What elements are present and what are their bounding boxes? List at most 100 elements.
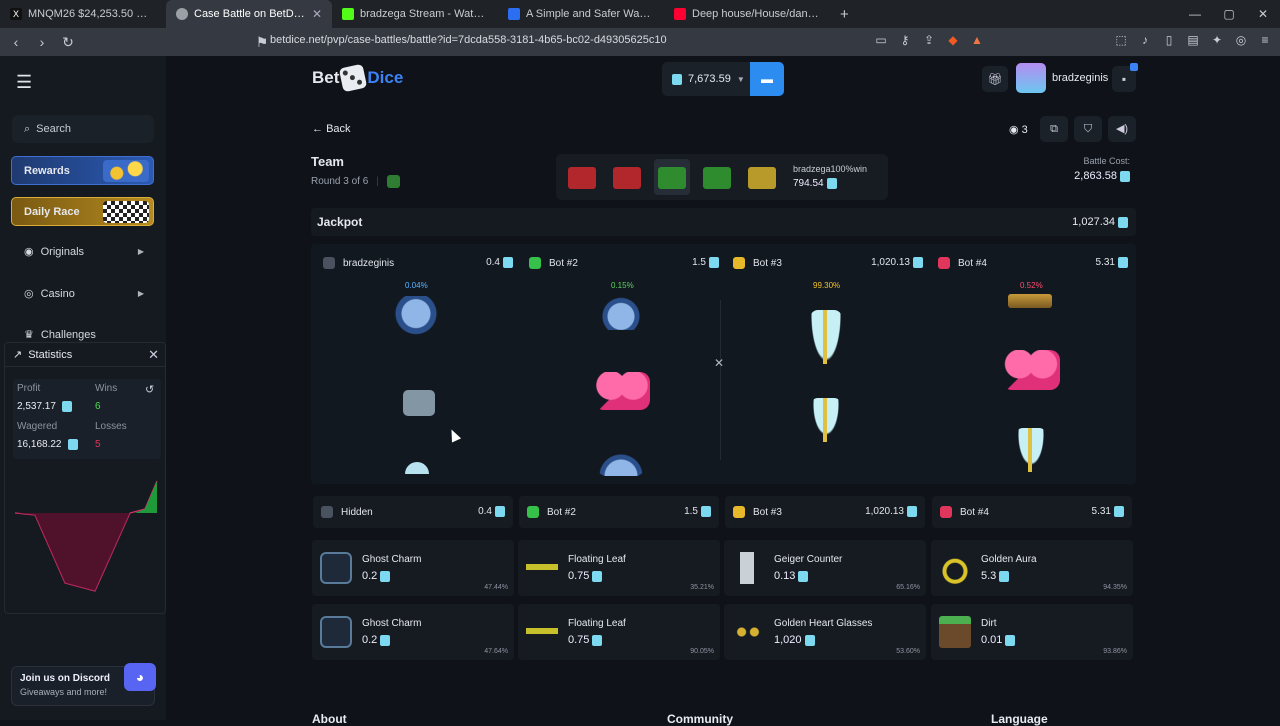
browser-tab-active[interactable]: Case Battle on BetDice ✕ [166, 0, 332, 28]
tab-title: Deep house/House/dance - MK Mix [692, 8, 820, 20]
sidebar-item-originals[interactable]: ◉ Originals ▶ [24, 245, 144, 259]
slot-amount: 0.4 [478, 506, 505, 518]
browser-tab[interactable]: X MNQM26 $24,253.50 ▼ -1.33% [0, 0, 166, 28]
drop-price: 0.01 [981, 634, 1016, 646]
tab-title: A Simple and Safer Way to Pay and Get Pa… [526, 8, 654, 20]
case-thumbnail[interactable] [699, 159, 735, 195]
slot-amount-value: 5.31 [1091, 506, 1111, 518]
slot-name: Bot #3 [753, 506, 782, 518]
rewards-label: Rewards [24, 164, 70, 177]
browser-tab[interactable]: bradzega Stream - Watch Live on Kick [332, 0, 498, 28]
slot-header: Bot #4 5.31 [932, 496, 1132, 528]
coin-icon [1120, 170, 1130, 182]
close-window-icon[interactable]: ✕ [1246, 0, 1280, 28]
battle-cost-amount: 2,863.58 [1074, 170, 1117, 182]
fairness-button[interactable]: ⛉ [1074, 116, 1102, 142]
slot-amount-value: 0.4 [478, 506, 492, 518]
drop-card[interactable]: Golden Aura 5.3 94.35% [931, 540, 1133, 596]
close-tab-icon[interactable]: ✕ [312, 7, 322, 21]
menu-icon[interactable]: ≡ [1258, 33, 1272, 47]
case-chest-icon [613, 167, 641, 189]
window-controls: — ▢ ✕ [1178, 0, 1280, 28]
sidebar-search[interactable]: ⌕ Search [12, 115, 154, 143]
drop-card[interactable]: Ghost Charm 0.2 47.44% [312, 540, 514, 596]
reset-history-icon[interactable]: ↺ [145, 383, 154, 396]
player-name: bradzeginis [343, 257, 395, 269]
player-amount-value: 0.4 [486, 257, 500, 269]
sidebar-rewards-button[interactable]: Rewards [11, 156, 154, 185]
case-thumbnail[interactable] [609, 159, 645, 195]
sidebar-item-challenges[interactable]: ♛ Challenges [24, 328, 144, 342]
case-thumbnail[interactable] [564, 159, 600, 195]
drop-price-value: 1,020 [774, 634, 802, 646]
drop-name: Dirt [981, 618, 997, 629]
drop-chance: 65.16% [896, 584, 920, 591]
triangle-ext-icon[interactable]: ▲ [970, 33, 984, 47]
hamburger-menu-icon[interactable]: ☰ [16, 72, 32, 93]
shield-ext-icon[interactable]: ◆ [946, 33, 960, 47]
drop-card[interactable]: Dirt 0.01 93.86% [931, 604, 1133, 660]
discord-banner[interactable]: Join us on Discord Giveaways and more! ◕ [11, 663, 156, 706]
copy-button[interactable]: ⧉ [1040, 116, 1068, 142]
drop-price: 0.13 [774, 570, 809, 582]
slot-amount: 5.31 [1091, 506, 1124, 518]
drop-card[interactable]: Golden Heart Glasses 1,020 53.60% [724, 604, 926, 660]
browser-tab[interactable]: Deep house/House/dance - MK Mix [664, 0, 830, 28]
case-thumbnail-current[interactable] [654, 159, 690, 195]
user-menu[interactable]: bradzeginis [1016, 63, 1108, 93]
gift-button[interactable]: 🎁︎ [982, 66, 1008, 92]
maximize-icon[interactable]: ▢ [1212, 0, 1246, 28]
case-chest-icon [703, 167, 731, 189]
case-thumbnail[interactable] [744, 159, 780, 195]
sidebar-item-casino[interactable]: ◎ Casino ▶ [24, 287, 144, 301]
chat-button[interactable]: ▪ [1112, 63, 1138, 92]
drop-name: Ghost Charm [362, 554, 422, 565]
sidebar-daily-race-button[interactable]: Daily Race [11, 197, 154, 226]
screen-icon[interactable]: ▭ [874, 33, 888, 47]
drop-card[interactable]: Ghost Charm 0.2 47.64% [312, 604, 514, 660]
drop-card[interactable]: Floating Leaf 0.75 90.05% [518, 604, 720, 660]
close-icon[interactable]: ✕ [148, 347, 159, 363]
browser-tab[interactable]: A Simple and Safer Way to Pay and Get Pa… [498, 0, 664, 28]
back-button[interactable]: ← Back [312, 123, 351, 135]
share-icon[interactable]: ⇪ [922, 33, 936, 47]
coin-icon [798, 570, 809, 582]
checkered-flag-icon [103, 201, 149, 223]
bookmark-icon[interactable]: ⚑ [252, 34, 272, 51]
coin-icon [61, 401, 72, 412]
drop-name: Floating Leaf [568, 554, 626, 565]
back-nav-icon[interactable]: ‹ [6, 34, 26, 50]
wallet-button[interactable]: ▬ [750, 62, 784, 96]
coin-icon [592, 570, 603, 582]
ghost-charm-icon [320, 616, 352, 648]
reload-icon[interactable]: ↻ [58, 34, 78, 51]
wallet-balance[interactable]: 7,673.59 ▼ [662, 62, 750, 96]
drop-card[interactable]: Floating Leaf 0.75 35.21% [518, 540, 720, 596]
drop-name: Golden Heart Glasses [774, 618, 873, 629]
music-icon[interactable]: ♪ [1138, 33, 1152, 47]
coin-icon [67, 439, 78, 450]
sidebar-toggle-icon[interactable]: ▯ [1162, 33, 1176, 47]
sidebar-search-label: Search [36, 123, 72, 135]
ai-icon[interactable]: ✦ [1210, 33, 1224, 47]
new-tab-icon[interactable]: + [830, 6, 859, 23]
url-field[interactable]: betdice.net/pvp/case-battles/battle?id=7… [270, 34, 667, 46]
coin-icon [380, 570, 391, 582]
minimize-icon[interactable]: — [1178, 0, 1212, 28]
notification-badge [1130, 63, 1138, 71]
key-icon[interactable]: ⚷ [898, 33, 912, 47]
win-chance: 0.04% [405, 281, 428, 290]
drop-card[interactable]: Geiger Counter 0.13 65.16% [724, 540, 926, 596]
pickaxe-icon [810, 310, 842, 364]
betdice-logo[interactable]: Bet Dice [312, 63, 403, 93]
drop-price: 1,020 [774, 634, 815, 646]
extensions-icon[interactable]: ⬚ [1114, 33, 1128, 47]
sound-button[interactable]: ◀) [1108, 116, 1136, 142]
geiger-counter-icon [732, 552, 764, 584]
coin-icon [1005, 634, 1016, 646]
vpn-icon[interactable]: ◎ [1234, 33, 1248, 47]
slot-name: Bot #4 [960, 506, 989, 518]
wallet-ext-icon[interactable]: ▤ [1186, 33, 1200, 47]
sidebar-item-label: Originals [40, 245, 85, 258]
forward-nav-icon[interactable]: › [32, 34, 52, 50]
